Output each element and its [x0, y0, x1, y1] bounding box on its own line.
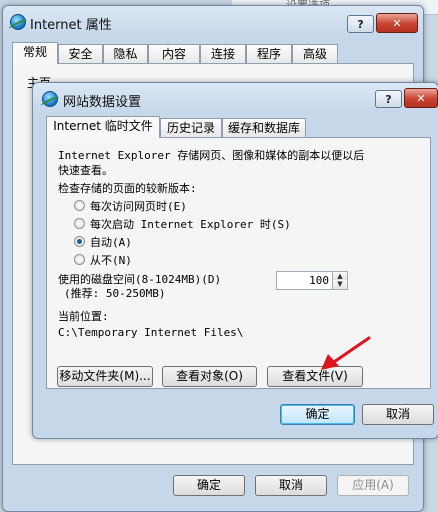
outer-cancel-button[interactable]: 取消: [255, 475, 327, 496]
website-data-settings-dialog: 网站数据设置 ? ✕ Internet 临时文件 历史记录 缓存和数据库 Int…: [32, 82, 438, 439]
arrow-up-icon: ▲: [337, 272, 343, 280]
radio-button-selected[interactable]: [74, 236, 85, 247]
inner-window-title: 网站数据设置: [63, 95, 142, 110]
radio-button[interactable]: [74, 200, 85, 211]
description-line-1: Internet Explorer 存储网页、图像和媒体的副本以便以后: [58, 149, 365, 162]
tab-temporary-internet-files[interactable]: Internet 临时文件: [46, 116, 160, 138]
internet-explorer-icon: [42, 91, 58, 107]
inner-close-button[interactable]: ✕: [404, 88, 438, 108]
tab-history[interactable]: 历史记录: [160, 118, 222, 138]
current-location-path: C:\Temporary Internet Files\: [58, 326, 244, 339]
internet-explorer-icon: [10, 14, 26, 30]
move-folder-button[interactable]: 移动文件夹(M)...: [57, 366, 153, 387]
tab-security[interactable]: 安全: [58, 44, 103, 64]
disk-space-stepper[interactable]: 100 ▲ ▼: [276, 271, 348, 290]
outer-window-title: Internet 属性: [30, 18, 112, 33]
check-newer-versions-label: 检查存储的页面的较新版本:: [58, 182, 197, 195]
inner-tab-panel: Internet Explorer 存储网页、图像和媒体的副本以便以后 快速查看…: [46, 137, 431, 389]
outer-apply-button[interactable]: 应用(A): [337, 475, 409, 496]
inner-ok-button[interactable]: 确定: [280, 404, 355, 425]
stepper-down-button[interactable]: ▼: [332, 280, 347, 289]
radio-button[interactable]: [74, 254, 85, 265]
current-location-label: 当前位置:: [58, 310, 109, 323]
inner-help-button[interactable]: ?: [375, 90, 402, 108]
description-line-2: 快速查看。: [58, 164, 113, 177]
tab-caches-and-databases[interactable]: 缓存和数据库: [222, 118, 306, 138]
disk-space-value[interactable]: 100: [309, 274, 329, 287]
radio-label[interactable]: 每次访问网页时(E): [90, 198, 187, 214]
radio-button[interactable]: [74, 218, 85, 229]
annotation-arrow-icon: [321, 336, 371, 370]
tab-content[interactable]: 内容: [148, 44, 200, 64]
tab-advanced[interactable]: 高级: [292, 44, 338, 64]
radio-label[interactable]: 自动(A): [90, 234, 132, 250]
inner-cancel-button[interactable]: 取消: [362, 404, 434, 425]
view-objects-button[interactable]: 查看对象(O): [162, 366, 257, 387]
outer-titlebar[interactable]: Internet 属性 ? ✕: [3, 6, 423, 36]
radio-label[interactable]: 每次启动 Internet Explorer 时(S): [90, 216, 291, 232]
radio-label[interactable]: 从不(N): [90, 252, 132, 268]
tab-connections[interactable]: 连接: [200, 44, 246, 64]
outer-ok-button[interactable]: 确定: [173, 475, 245, 496]
disk-space-hint: (推荐: 50-250MB): [64, 287, 166, 300]
outer-help-button[interactable]: ?: [347, 15, 374, 33]
tab-programs[interactable]: 程序: [246, 44, 292, 64]
arrow-down-icon: ▼: [337, 280, 343, 288]
tab-privacy[interactable]: 隐私: [103, 44, 148, 64]
outer-close-button[interactable]: ✕: [376, 13, 418, 33]
inner-titlebar[interactable]: 网站数据设置 ? ✕: [33, 83, 438, 113]
tab-general[interactable]: 常规: [12, 42, 58, 64]
